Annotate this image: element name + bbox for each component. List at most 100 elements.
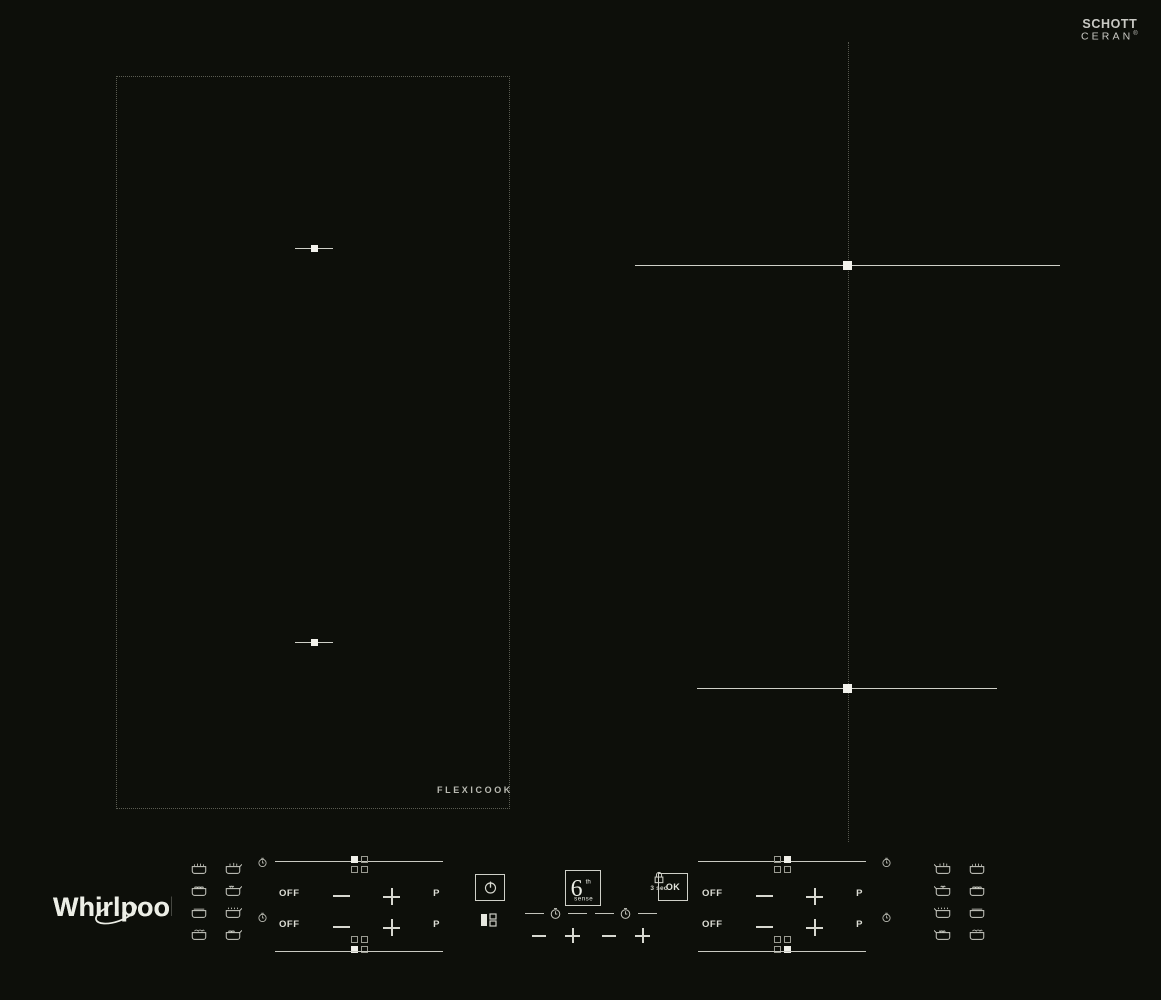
zone-marker-flexicook-front — [295, 637, 333, 647]
zone-marker-bar-right — [317, 247, 333, 249]
level-mark — [774, 856, 781, 863]
timer-minus-button-right[interactable] — [602, 935, 616, 937]
schott-ceran-logo: SCHOTT CERAN® — [1079, 17, 1141, 43]
pan-simmer-icon[interactable] — [184, 857, 214, 879]
slider-row-zone-a: OFF P — [275, 884, 443, 905]
control-panel: Whirlpool Whirlpool — [0, 845, 1161, 970]
pot-steam-icon[interactable] — [962, 923, 992, 945]
function-icon-grid-right — [928, 857, 992, 945]
plus-button-zone-c[interactable] — [806, 888, 823, 905]
zone-marker-center-dot — [843, 260, 852, 270]
power-boost-label-zone-d[interactable]: P — [856, 919, 863, 930]
power-boost-label-zone-b[interactable]: P — [433, 919, 440, 930]
sixth-sense-word: sense — [574, 895, 593, 902]
plus-button-zone-d[interactable] — [806, 919, 823, 936]
zone-marker-bar-right — [852, 264, 1060, 266]
power-button[interactable] — [475, 874, 505, 901]
level-mark — [351, 856, 358, 863]
pan-melt-icon[interactable] — [218, 857, 248, 879]
sixth-sense-button[interactable]: 6 th sense — [565, 870, 601, 906]
timer-indicator-zone-d — [881, 910, 892, 923]
minus-button-zone-a[interactable] — [333, 895, 350, 897]
zone-marker-bar-left — [635, 264, 843, 266]
pan-grill-icon[interactable] — [928, 901, 958, 923]
level-marks-zone-c — [774, 856, 791, 873]
off-label-zone-c[interactable]: OFF — [702, 888, 723, 899]
zone-marker-center-dot — [842, 683, 852, 693]
zone-marker-bar-left — [697, 687, 843, 689]
power-boost-label-zone-c[interactable]: P — [856, 888, 863, 899]
level-mark — [774, 866, 781, 873]
timer-control-left — [525, 907, 587, 949]
off-label-zone-d[interactable]: OFF — [702, 919, 723, 930]
plus-button-zone-b[interactable] — [383, 919, 400, 936]
timer-indicator-zone-b — [257, 910, 268, 923]
clock-icon — [619, 907, 632, 920]
power-icon — [484, 881, 496, 894]
pot-boil-icon[interactable] — [184, 879, 214, 901]
zone-marker-front-right — [697, 683, 997, 693]
timer-control-right — [595, 907, 657, 949]
pot-stew-icon[interactable] — [218, 923, 248, 945]
schott-logo-line1: SCHOTT — [1082, 17, 1138, 31]
flexicook-label: FLEXICOOK — [437, 785, 513, 795]
timer-plus-button-right[interactable] — [635, 928, 650, 943]
pan-grill-icon[interactable] — [218, 901, 248, 923]
level-mark — [351, 866, 358, 873]
pot-boil-icon[interactable] — [962, 879, 992, 901]
slider-row-zone-d: OFF P — [698, 915, 866, 936]
bridge-zone-icon[interactable] — [480, 912, 500, 930]
level-mark — [361, 856, 368, 863]
induction-cooktop-surface: SCHOTT CERAN® FLEXICOOK Whirlpool Whirlp… — [0, 0, 1161, 1000]
zone-marker-center-dot — [310, 244, 318, 252]
level-marks-zone-a — [351, 856, 368, 873]
minus-button-zone-b[interactable] — [333, 926, 350, 928]
zone-marker-bar-left — [295, 641, 311, 643]
pot-keepwarm-icon[interactable] — [218, 879, 248, 901]
zone-marker-rear-right — [635, 260, 1060, 270]
minus-button-zone-d[interactable] — [756, 926, 773, 928]
minus-button-zone-c[interactable] — [756, 895, 773, 897]
level-mark — [361, 936, 368, 943]
slider-track-zone-d[interactable] — [698, 951, 866, 952]
zone-marker-bar-left — [295, 247, 311, 249]
pot-stew-icon[interactable] — [928, 923, 958, 945]
flexicook-zone-outline — [116, 76, 510, 809]
zone-marker-flexicook-rear — [295, 243, 333, 253]
zone-marker-bar-right — [317, 641, 333, 643]
pan-fry-icon[interactable] — [184, 901, 214, 923]
level-mark — [774, 936, 781, 943]
slider-row-zone-c: OFF P — [698, 884, 866, 905]
off-label-zone-a[interactable]: OFF — [279, 888, 300, 899]
zone-marker-bar-right — [851, 687, 997, 689]
pot-steam-icon[interactable] — [184, 923, 214, 945]
pan-melt-icon[interactable] — [928, 857, 958, 879]
clock-icon — [549, 907, 562, 920]
level-mark — [784, 936, 791, 943]
sixth-sense-superscript: th — [586, 879, 592, 886]
pan-fry-icon[interactable] — [962, 901, 992, 923]
registered-mark: ® — [1133, 31, 1141, 38]
timer-line-left — [525, 913, 544, 914]
pan-simmer-icon[interactable] — [962, 857, 992, 879]
timer-indicator-zone-c — [881, 855, 892, 868]
timer-indicator-zone-a — [257, 855, 268, 868]
level-mark — [351, 936, 358, 943]
slider-row-zone-b: OFF P — [275, 915, 443, 936]
whirlpool-logo: Whirlpool Whirlpool — [53, 892, 172, 925]
zone-divider-dotted-line — [848, 42, 849, 842]
timer-plus-button-left[interactable] — [565, 928, 580, 943]
zone-marker-center-dot — [310, 638, 318, 646]
level-mark — [784, 856, 791, 863]
function-icon-grid-left — [184, 857, 248, 945]
ceran-logo-line2: CERAN® — [1081, 30, 1141, 43]
timer-line-right — [568, 913, 587, 914]
off-label-zone-b[interactable]: OFF — [279, 919, 300, 930]
plus-button-zone-a[interactable] — [383, 888, 400, 905]
timer-line-left — [595, 913, 614, 914]
ok-button[interactable]: OK — [658, 873, 688, 901]
timer-minus-button-left[interactable] — [532, 935, 546, 937]
slider-track-zone-b[interactable] — [275, 951, 443, 952]
pot-keepwarm-icon[interactable] — [928, 879, 958, 901]
power-boost-label-zone-a[interactable]: P — [433, 888, 440, 899]
